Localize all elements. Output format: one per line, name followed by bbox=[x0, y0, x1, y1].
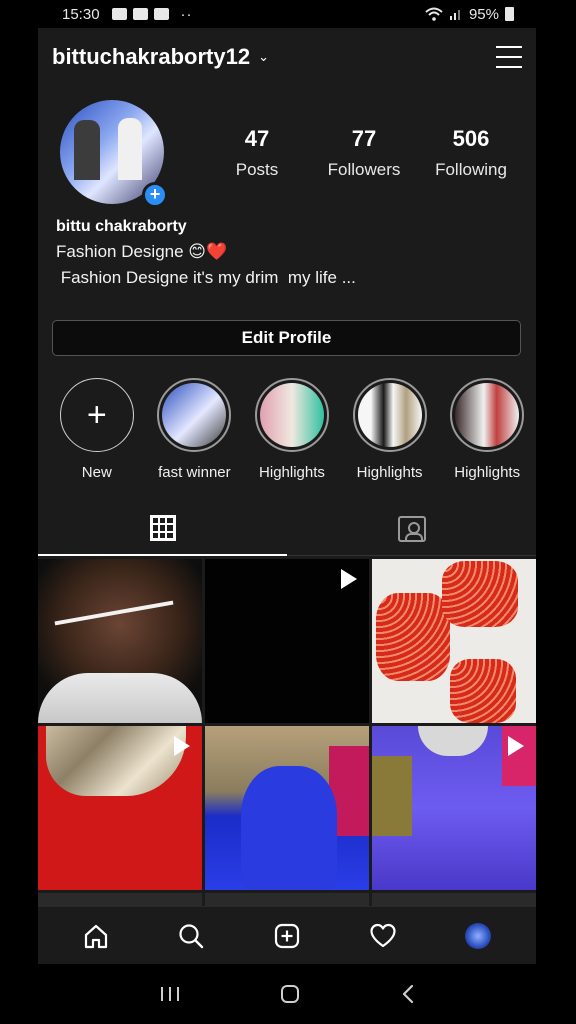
post-thumbnail[interactable] bbox=[38, 893, 202, 907]
post-thumbnail[interactable] bbox=[205, 726, 369, 890]
posts-label: Posts bbox=[235, 160, 279, 179]
youtube-notification-icon bbox=[111, 8, 127, 20]
post-thumbnail[interactable] bbox=[372, 559, 536, 723]
youtube-notification-icon bbox=[153, 8, 169, 20]
profile-tabs bbox=[38, 502, 536, 556]
post-thumbnail[interactable] bbox=[38, 559, 202, 723]
highlight-cover bbox=[162, 383, 227, 447]
reel-play-icon bbox=[341, 569, 357, 589]
battery-icon bbox=[505, 7, 514, 21]
highlight-cover bbox=[259, 383, 324, 447]
nav-search[interactable] bbox=[171, 916, 211, 956]
home-button-icon[interactable] bbox=[278, 982, 302, 1006]
home-icon bbox=[84, 924, 107, 948]
story-highlights: + New fast winner Highlights Highlights … bbox=[48, 378, 536, 481]
profile-bio: bittu chakraborty Fashion Designe 😊❤️ Fa… bbox=[56, 218, 526, 288]
edit-profile-button[interactable]: Edit Profile bbox=[52, 320, 521, 356]
add-story-plus-icon[interactable]: + bbox=[142, 182, 168, 208]
display-name: bittu chakraborty bbox=[56, 218, 187, 235]
highlight-label: Highlights bbox=[454, 464, 521, 481]
activity-heart-icon bbox=[369, 923, 396, 947]
tagged-icon bbox=[397, 515, 426, 542]
status-bar: 15:30 ·· 95% bbox=[0, 0, 576, 28]
new-highlight-circle: + bbox=[59, 378, 134, 452]
account-switcher-chevron-icon[interactable]: ⌄ bbox=[258, 49, 269, 65]
following-count: 506 bbox=[452, 126, 490, 151]
status-right: 95% bbox=[425, 6, 514, 23]
highlight-label: Highlights bbox=[259, 464, 325, 481]
new-post-icon bbox=[274, 923, 300, 948]
nav-profile[interactable] bbox=[458, 916, 498, 956]
highlight-item[interactable]: Highlights bbox=[438, 378, 536, 481]
recent-apps-icon[interactable] bbox=[158, 984, 182, 1004]
account-username[interactable]: bittuchakraborty12 bbox=[52, 44, 250, 70]
more-notifications-dots: ·· bbox=[180, 5, 193, 23]
post-thumbnail[interactable] bbox=[372, 726, 536, 890]
highlight-new[interactable]: + New bbox=[48, 378, 146, 481]
profile-header: bittuchakraborty12 ⌄ bbox=[38, 28, 536, 86]
reel-play-icon bbox=[174, 736, 190, 756]
highlight-label: New bbox=[81, 464, 112, 481]
status-time: 15:30 bbox=[62, 5, 100, 23]
highlight-item[interactable]: Highlights bbox=[341, 378, 439, 481]
search-icon bbox=[179, 923, 204, 948]
post-thumbnail[interactable] bbox=[205, 559, 369, 723]
followers-count: 77 bbox=[351, 126, 377, 151]
highlight-item[interactable]: Highlights bbox=[243, 378, 341, 481]
nav-new-post[interactable] bbox=[267, 916, 307, 956]
wifi-icon bbox=[425, 7, 443, 21]
followers-label: Followers bbox=[327, 160, 401, 179]
nav-home[interactable] bbox=[76, 916, 116, 956]
following-label: Following bbox=[435, 160, 507, 179]
tab-grid[interactable] bbox=[38, 502, 287, 556]
nav-activity[interactable] bbox=[363, 916, 403, 956]
bottom-navigation bbox=[38, 906, 536, 964]
post-thumbnail[interactable] bbox=[38, 726, 202, 890]
profile-stats: 47 Posts 77 Followers 506 Following bbox=[204, 126, 524, 180]
reel-play-icon bbox=[508, 736, 524, 756]
back-icon[interactable] bbox=[398, 983, 418, 1005]
plus-icon: + bbox=[86, 396, 107, 434]
highlight-label: fast winner bbox=[158, 464, 231, 481]
profile-avatar[interactable]: + bbox=[60, 100, 168, 208]
posts-grid bbox=[38, 559, 536, 907]
post-thumbnail[interactable] bbox=[205, 893, 369, 907]
tab-tagged[interactable] bbox=[287, 502, 536, 556]
notification-icons: ·· bbox=[111, 5, 193, 23]
highlight-item[interactable]: fast winner bbox=[146, 378, 244, 481]
instagram-profile-screen: bittuchakraborty12 ⌄ + 47 Posts 77 Follo… bbox=[38, 28, 536, 964]
bio-line-1: Fashion Designe 😊❤️ bbox=[56, 242, 228, 261]
followers-stat[interactable]: 77 Followers bbox=[311, 126, 417, 180]
posts-stat[interactable]: 47 Posts bbox=[204, 126, 310, 180]
bio-line-2[interactable]: Fashion Designe it's my drim my life ... bbox=[56, 268, 526, 288]
following-stat[interactable]: 506 Following bbox=[418, 126, 524, 180]
grid-icon bbox=[149, 515, 176, 541]
highlight-label: Highlights bbox=[356, 464, 423, 481]
youtube-notification-icon bbox=[132, 8, 148, 20]
system-navigation-bar bbox=[0, 964, 576, 1024]
battery-percent: 95% bbox=[468, 5, 499, 23]
post-thumbnail[interactable] bbox=[372, 893, 536, 907]
posts-count: 47 bbox=[244, 126, 270, 151]
hamburger-menu-icon[interactable] bbox=[496, 46, 522, 68]
profile-avatar-icon bbox=[465, 922, 492, 949]
highlight-cover bbox=[357, 383, 422, 447]
highlight-cover bbox=[455, 383, 520, 447]
signal-icon bbox=[449, 10, 460, 20]
